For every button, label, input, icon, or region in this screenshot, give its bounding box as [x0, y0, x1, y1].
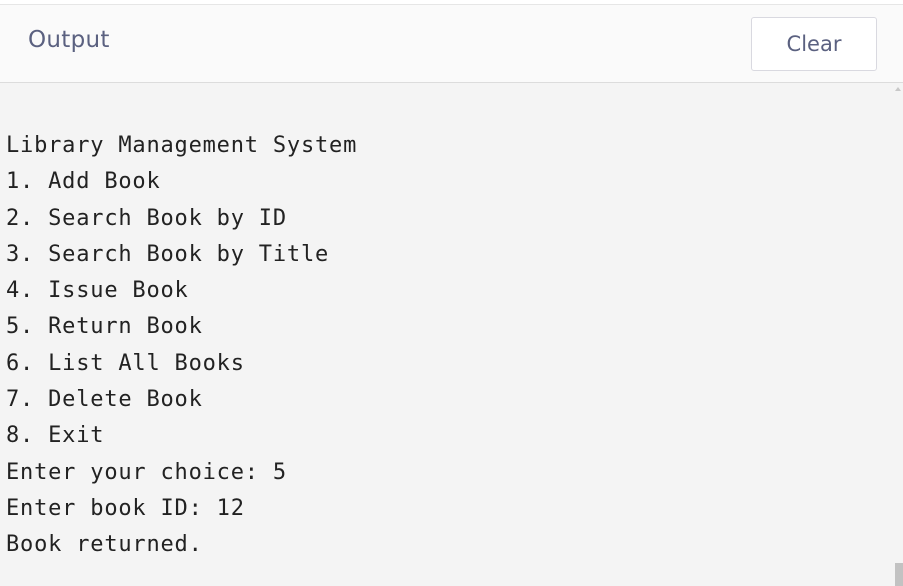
output-line: 1. Add Book — [6, 169, 161, 195]
output-header: Output Clear — [0, 5, 903, 82]
output-line: 7. Delete Book — [6, 387, 203, 413]
output-line: Book returned. — [6, 532, 203, 558]
output-line: 4. Issue Book — [6, 278, 189, 304]
output-lines: Library Management System 1. Add Book 2.… — [6, 128, 357, 564]
output-line: Library Management System — [6, 133, 358, 158]
output-line: 2. Search Book by ID — [6, 205, 287, 231]
output-line: Enter book ID: 12 — [6, 495, 245, 521]
output-line: 5. Return Book — [6, 314, 203, 340]
output-line: Enter your choice: 5 — [6, 459, 287, 485]
output-line: 8. Exit — [6, 423, 105, 449]
scrollbar-thumb[interactable] — [895, 563, 903, 586]
clear-button[interactable]: Clear — [751, 17, 877, 71]
output-line: 3. Search Book by Title — [6, 241, 330, 267]
scroll-up-arrow-icon[interactable] — [895, 87, 901, 91]
output-panel: Output Clear Library Management System 1… — [0, 0, 903, 586]
output-title: Output — [28, 27, 110, 53]
console-output[interactable]: Library Management System 1. Add Book 2.… — [0, 83, 903, 586]
output-line: 6. List All Books — [6, 350, 245, 376]
